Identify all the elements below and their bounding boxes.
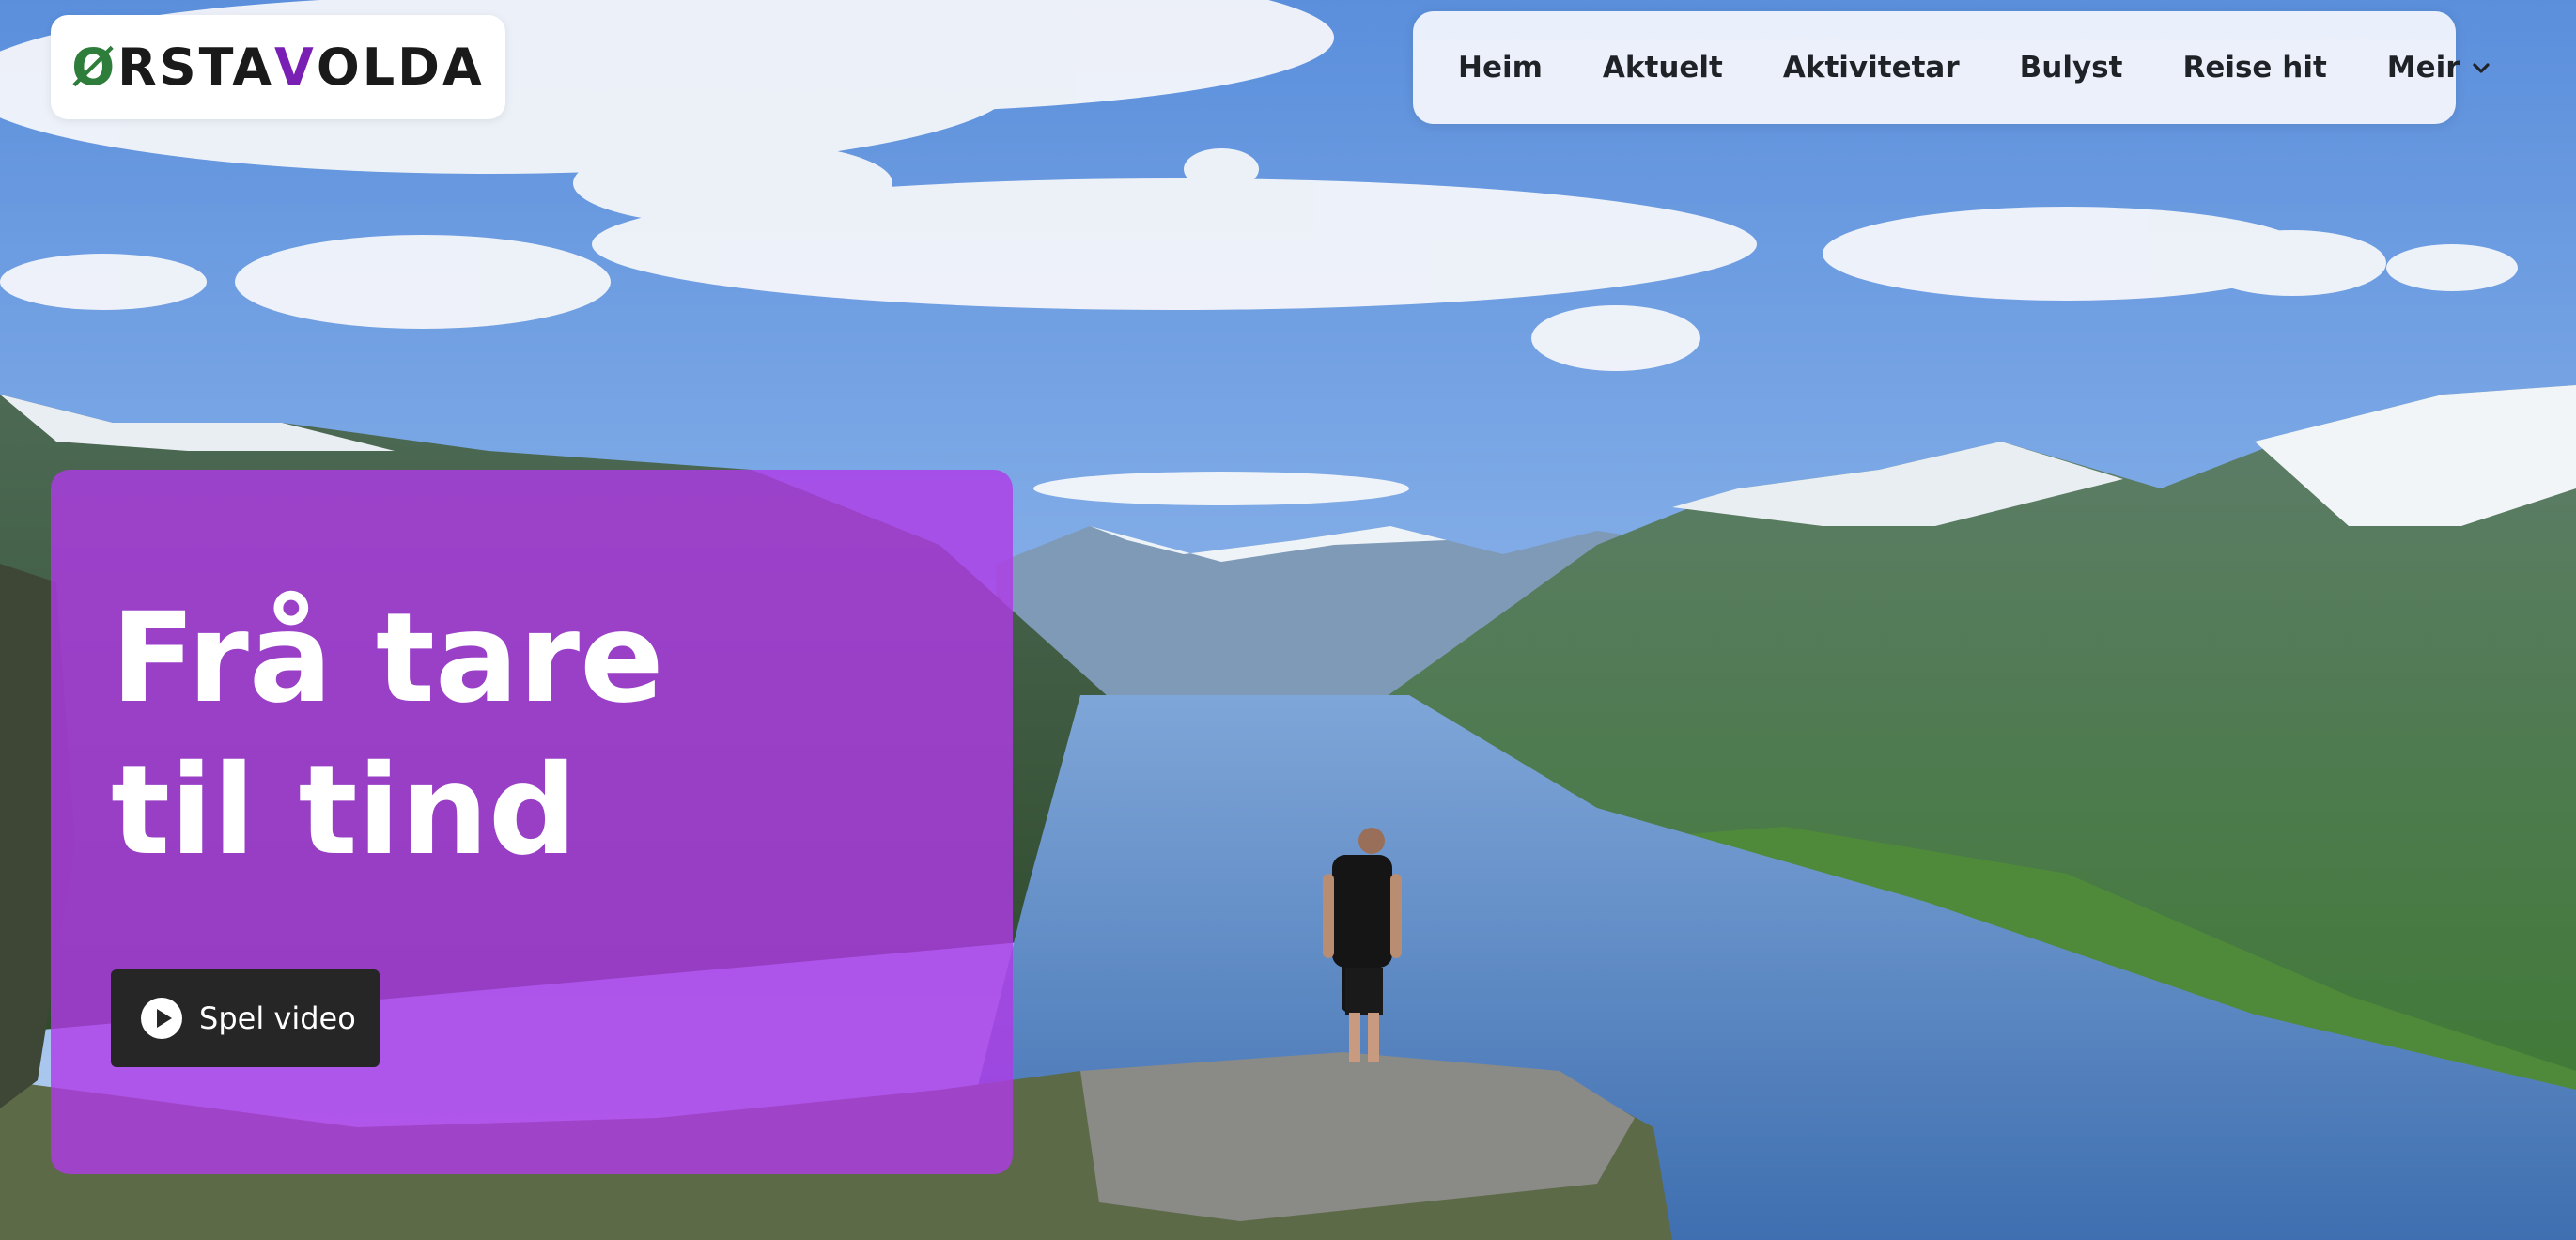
logo-part-one: RSTA	[117, 38, 275, 97]
hero-title: Frå tare til tind	[111, 586, 664, 883]
logo-wordmark: Ø RSTA V OLDA	[71, 38, 485, 97]
nav-item-heim[interactable]: Heim	[1458, 51, 1543, 85]
logo-part-two: OLDA	[316, 38, 485, 97]
nav-item-bulyst[interactable]: Bulyst	[2020, 51, 2123, 85]
chevron-down-icon	[2472, 63, 2490, 73]
hero-card: Frå tare til tind Spel video	[51, 470, 1013, 1174]
nav-item-aktivitetar[interactable]: Aktivitetar	[1783, 51, 1960, 85]
site-logo[interactable]: Ø RSTA V OLDA	[51, 15, 505, 119]
play-video-label: Spel video	[199, 1000, 356, 1036]
logo-letter-o: Ø	[71, 38, 118, 97]
nav-item-aktuelt[interactable]: Aktuelt	[1603, 51, 1723, 85]
play-icon	[141, 998, 182, 1039]
main-navigation: Heim Aktuelt Aktivitetar Bulyst Reise hi…	[1413, 11, 2490, 124]
nav-item-meir[interactable]: Meir	[2387, 51, 2492, 85]
logo-letter-v: V	[274, 38, 317, 97]
play-video-button[interactable]: Spel video	[111, 969, 380, 1067]
nav-item-reise-hit[interactable]: Reise hit	[2182, 51, 2326, 85]
nav-more-label: Meir	[2386, 51, 2460, 85]
